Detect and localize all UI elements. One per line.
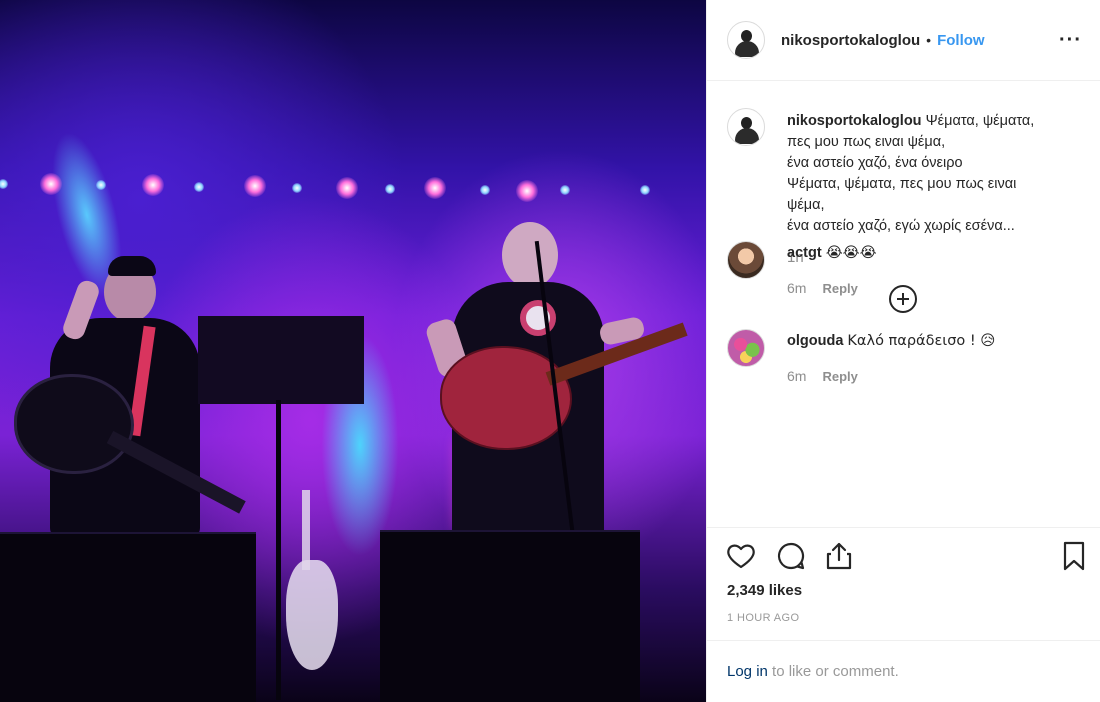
post-username[interactable]: nikosportokaloglou [781,32,920,49]
share-icon[interactable] [823,540,855,572]
login-prompt: Log in to like or comment. [727,663,899,680]
stage-lamp [0,179,8,189]
stage-lamp [96,180,106,190]
music-stand-pole [276,400,281,700]
stage-monitor-left [0,532,256,702]
electric-guitar [14,374,134,474]
caption-line: ένα αστείο χαζό, εγώ χωρίς εσένα... [787,218,1015,234]
stage-lamp [142,174,164,196]
white-guitar [286,560,338,670]
caption-line: nikosportokaloglou Ψέματα, ψέματα, [787,111,1034,132]
comment-time[interactable]: 6m [787,366,806,387]
comment-text: Καλό παράδεισο ! 😥 [847,333,996,349]
bookmark-icon[interactable] [1060,540,1088,572]
stage-lamp [336,177,358,199]
more-options-icon[interactable]: ··· [1059,29,1082,52]
caption-text: Ψέματα, ψέματα, [925,113,1035,129]
stage-lamp [40,173,62,195]
load-more-comments[interactable] [889,285,917,313]
white-guitar-neck [302,490,310,570]
reply-button[interactable]: Reply [822,366,857,387]
likes-count[interactable]: 2,349 likes [727,582,802,599]
plus-circle-icon[interactable] [889,285,917,313]
caption-line: ψέμα, [787,197,825,213]
separator-dot: • [926,32,932,48]
stage-monitor-right [380,530,640,702]
login-link[interactable]: Log in [727,663,768,680]
comment-username[interactable]: olgouda [787,333,843,349]
performer-right-head [502,222,558,288]
heart-icon[interactable] [725,540,757,572]
divider [707,640,1100,641]
music-stand [198,316,364,404]
caption-line: πες μου πως ειναι ψέμα, [787,134,946,150]
action-bar [725,540,1087,574]
comment-time[interactable]: 6m [787,278,806,299]
stage-lamp [640,185,650,195]
avatar[interactable] [727,108,765,146]
performer-left-hair [108,256,156,276]
login-prompt-text: to like or comment. [767,663,899,680]
comment: olgouda Καλό παράδεισο ! 😥 6m Reply [727,329,995,387]
stage-lamp [516,180,538,202]
avatar[interactable] [727,21,765,59]
reply-button[interactable]: Reply [822,278,857,299]
post-photo[interactable] [0,0,706,702]
comment-username[interactable]: actgt [787,245,822,261]
stage-lamp [244,175,266,197]
caption-username[interactable]: nikosportokaloglou [787,113,922,129]
stage-lamp [424,177,446,199]
stage-lamp [292,183,302,193]
caption-line: ένα αστείο χαζό, ένα όνειρο [787,155,963,171]
comment: actgt 😭😭😭 6m Reply [727,241,877,299]
stage-lamp [480,185,490,195]
shirt-logo [520,300,556,336]
avatar[interactable] [727,241,765,279]
comment-text: 😭😭😭 [825,245,877,261]
stage-lamp [194,182,204,192]
follow-button[interactable]: Follow [937,32,985,49]
post-header: nikosportokaloglou • Follow ··· [707,0,1100,81]
post-timestamp[interactable]: 1 HOUR AGO [727,612,799,624]
caption-line: Ψέματα, ψέματα, πες μου πως ειναι [787,176,1017,192]
post-sidebar: nikosportokaloglou • Follow ··· nikospor… [706,0,1100,702]
divider [707,527,1100,528]
stage-lamp [560,185,570,195]
avatar[interactable] [727,329,765,367]
comment-icon[interactable] [775,540,807,572]
stage-lamp [385,184,395,194]
